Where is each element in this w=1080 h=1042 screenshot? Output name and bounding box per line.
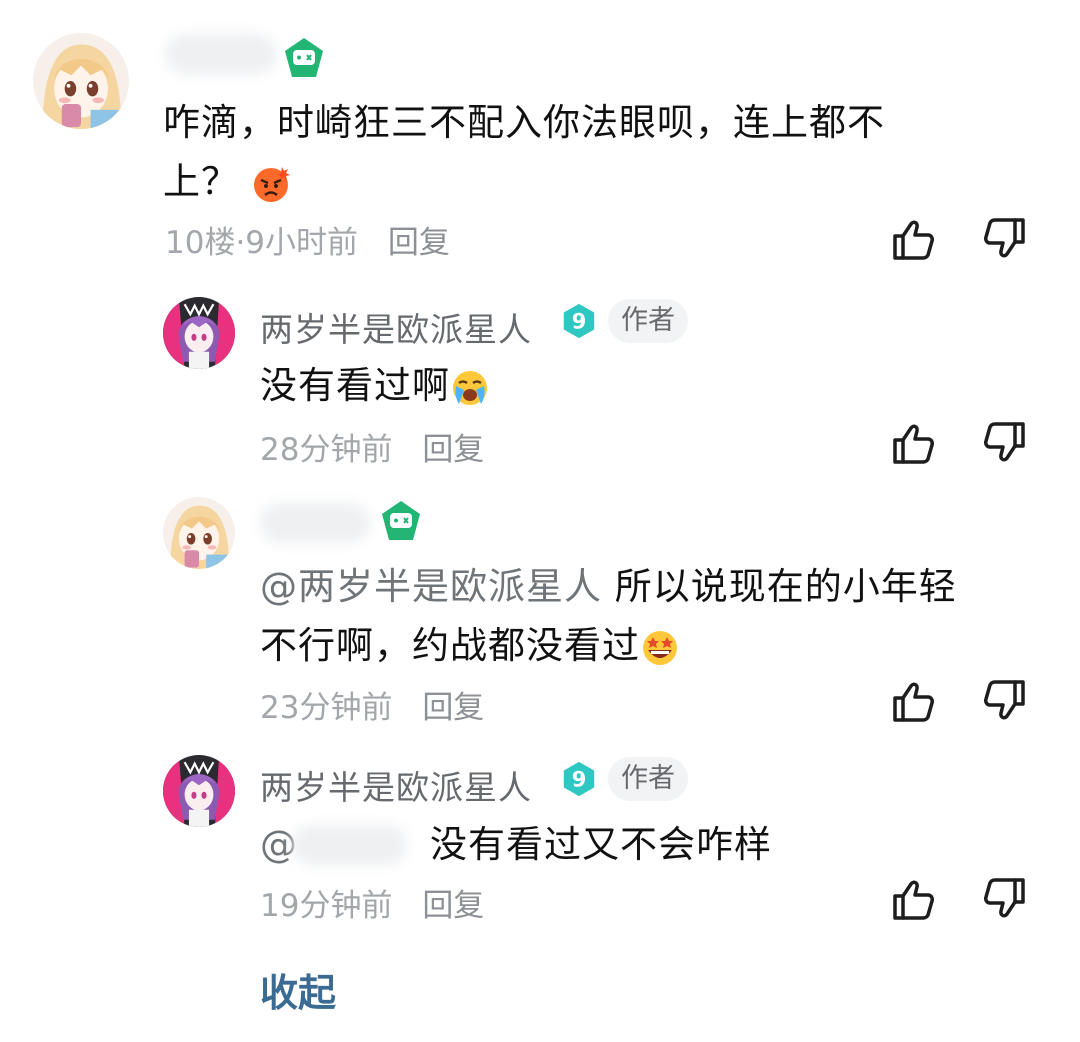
- username-redacted: [165, 34, 277, 74]
- username[interactable]: 两岁半是欧派星人: [260, 761, 532, 809]
- avatar[interactable]: [33, 33, 129, 129]
- user-avatar-image: [163, 755, 235, 827]
- reply-button[interactable]: 回复: [422, 888, 484, 924]
- gamepad-level-badge-icon: [379, 499, 423, 543]
- comment-text: 咋滴，时崎狂三不配入你法眼呗，连上都不 上？: [163, 93, 983, 211]
- avatar[interactable]: [163, 497, 235, 569]
- thumbs-down-icon[interactable]: [980, 875, 1028, 923]
- reply-text-line: 所以说现在的小年轻: [614, 565, 957, 608]
- user-avatar-image: [33, 33, 129, 129]
- thumbs-up-icon[interactable]: [890, 215, 938, 263]
- reply-button[interactable]: 回复: [388, 225, 450, 261]
- level-9-badge-icon: [560, 302, 598, 340]
- reply-text: 没有看过啊: [260, 356, 490, 415]
- comment-text-line: 咋滴，时崎狂三不配入你法眼呗，连上都不: [163, 101, 885, 144]
- user-avatar-image: [163, 297, 235, 369]
- grinning-star-eyes-face-icon: [640, 628, 680, 668]
- thumbs-up-icon[interactable]: [890, 677, 938, 725]
- collapse-replies-button[interactable]: 收起: [260, 962, 336, 1017]
- reply-time: 19分钟前: [260, 888, 393, 924]
- floor-time: 10楼·9小时前: [165, 225, 359, 261]
- username[interactable]: 两岁半是欧派星人: [260, 303, 532, 351]
- avatar[interactable]: [163, 297, 235, 369]
- reply-button[interactable]: 回复: [422, 432, 484, 468]
- comment-text-line: 上？: [163, 160, 239, 203]
- reply-meta: 23分钟前 回复: [260, 682, 484, 727]
- thumbs-down-icon[interactable]: [980, 419, 1028, 467]
- reply-button[interactable]: 回复: [422, 690, 484, 726]
- author-tag: 作者: [608, 299, 688, 343]
- reply-text-content: 没有看过啊: [260, 364, 450, 407]
- mention-link[interactable]: @两岁半是欧派星人: [260, 565, 602, 608]
- gamepad-level-badge-icon: [282, 36, 326, 80]
- author-tag: 作者: [608, 757, 688, 801]
- angry-face-icon: [252, 164, 292, 204]
- crying-face-icon: [450, 368, 490, 408]
- thumbs-up-icon[interactable]: [890, 419, 938, 467]
- reply-time: 28分钟前: [260, 432, 393, 468]
- reply-meta: 19分钟前 回复: [260, 880, 484, 925]
- reply-text: @两岁半是欧派星人 所以说现在的小年轻 不行啊，约战都没看过: [260, 557, 1040, 675]
- comment-meta: 10楼·9小时前 回复: [165, 217, 450, 262]
- thumbs-up-icon[interactable]: [890, 875, 938, 923]
- reply-text: 没有看过又不会咋样: [430, 815, 772, 874]
- username-redacted: [260, 503, 370, 543]
- thumbs-down-icon[interactable]: [980, 677, 1028, 725]
- reply-text-content: 没有看过又不会咋样: [430, 823, 772, 866]
- reply-meta: 28分钟前 回复: [260, 424, 484, 469]
- reply-time: 23分钟前: [260, 690, 393, 726]
- avatar[interactable]: [163, 755, 235, 827]
- thumbs-down-icon[interactable]: [980, 215, 1028, 263]
- reply-text-line: 不行啊，约战都没看过: [260, 624, 640, 667]
- level-9-badge-icon: [560, 760, 598, 798]
- user-avatar-image: [163, 497, 235, 569]
- mention-redacted: [292, 825, 407, 865]
